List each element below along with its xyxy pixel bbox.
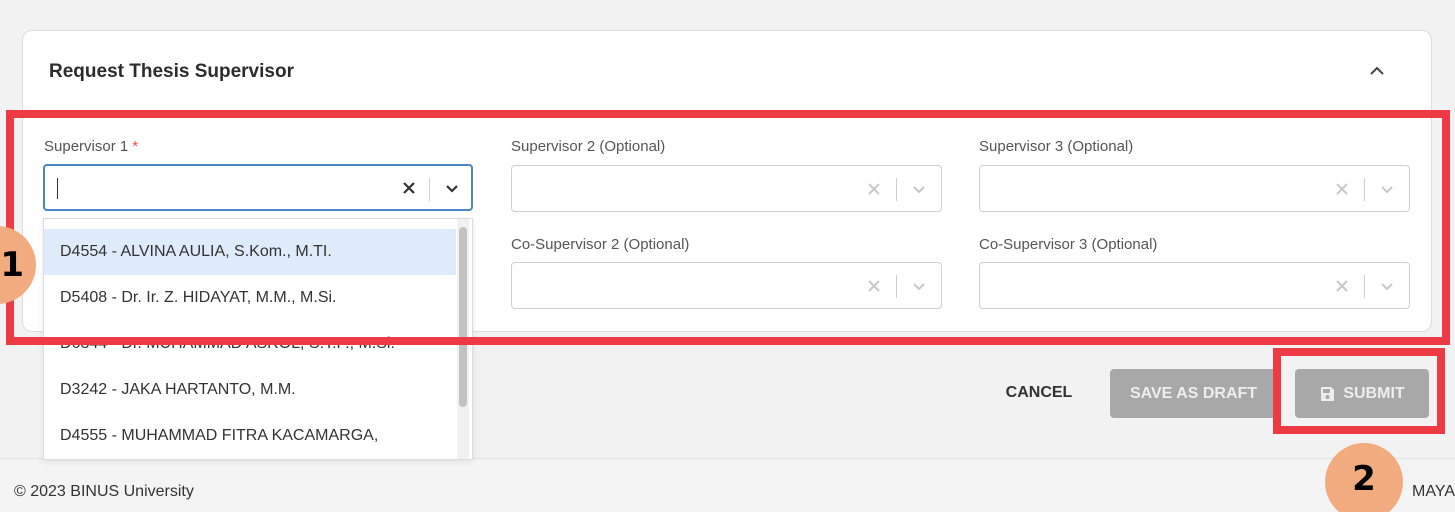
footer-brand-text[interactable]: MAYA xyxy=(1412,483,1455,501)
chevron-down-icon[interactable] xyxy=(905,263,933,308)
select-separator xyxy=(896,178,897,201)
supervisor-2-label: Supervisor 2 (Optional) xyxy=(511,138,666,155)
dropdown-option[interactable]: D4554 - ALVINA AULIA, S.Kom., M.TI. xyxy=(44,229,456,275)
select-separator xyxy=(1364,275,1365,298)
chevron-down-icon[interactable] xyxy=(438,166,466,209)
dropdown-option[interactable]: D5408 - Dr. Ir. Z. HIDAYAT, M.M., M.Si. xyxy=(44,275,456,321)
chevron-down-icon[interactable] xyxy=(1373,166,1401,211)
supervisor-1-label: Supervisor 1 * xyxy=(44,138,138,155)
submit-label: SUBMIT xyxy=(1343,384,1405,402)
cosupervisor-3-select[interactable] xyxy=(979,262,1410,309)
panel-header[interactable]: Request Thesis Supervisor xyxy=(23,31,1431,115)
dropdown-option[interactable]: D3242 - JAKA HARTANTO, M.M. xyxy=(44,367,456,413)
save-icon xyxy=(1321,386,1335,401)
copyright-text: © 2023 BINUS University xyxy=(14,483,194,500)
chevron-down-icon[interactable] xyxy=(1373,263,1401,308)
cosupervisor-2-select[interactable] xyxy=(511,262,942,309)
submit-button[interactable]: SUBMIT xyxy=(1295,369,1429,418)
supervisor-3-label: Supervisor 3 (Optional) xyxy=(979,138,1134,155)
save-draft-button[interactable]: SAVE AS DRAFT xyxy=(1110,369,1277,418)
text-cursor xyxy=(57,178,58,199)
supervisor-3-select[interactable] xyxy=(979,165,1410,212)
select-separator xyxy=(1364,178,1365,201)
supervisor-2-select[interactable] xyxy=(511,165,942,212)
footer: © 2023 BINUS University MAYA xyxy=(0,458,1455,512)
clear-icon[interactable] xyxy=(860,263,888,308)
cosupervisor-2-label: Co-Supervisor 2 (Optional) xyxy=(511,236,690,253)
cancel-button[interactable]: CANCEL xyxy=(996,368,1082,418)
clear-icon[interactable] xyxy=(395,166,423,209)
annotation-step-2: 2 xyxy=(1325,443,1403,512)
dropdown-option[interactable]: D6344 - Dr. MUHAMMAD ASROL, S.T.P., M.Si… xyxy=(44,321,456,367)
dropdown-scrollbar-thumb[interactable] xyxy=(459,227,467,407)
select-separator xyxy=(429,178,430,201)
clear-icon[interactable] xyxy=(860,166,888,211)
chevron-down-icon[interactable] xyxy=(905,166,933,211)
required-asterisk: * xyxy=(132,138,139,155)
supervisor-1-label-text: Supervisor 1 xyxy=(44,138,129,155)
supervisor-1-dropdown-menu: D4554 - ALVINA AULIA, S.Kom., M.TI. D540… xyxy=(43,218,473,460)
chevron-up-icon[interactable] xyxy=(1367,61,1387,81)
panel-title: Request Thesis Supervisor xyxy=(49,61,294,82)
clear-icon[interactable] xyxy=(1328,263,1356,308)
select-separator xyxy=(896,275,897,298)
clear-icon[interactable] xyxy=(1328,166,1356,211)
supervisor-1-select[interactable] xyxy=(43,164,473,211)
dropdown-option[interactable]: D4555 - MUHAMMAD FITRA KACAMARGA, xyxy=(44,413,456,459)
cosupervisor-3-label: Co-Supervisor 3 (Optional) xyxy=(979,236,1158,253)
